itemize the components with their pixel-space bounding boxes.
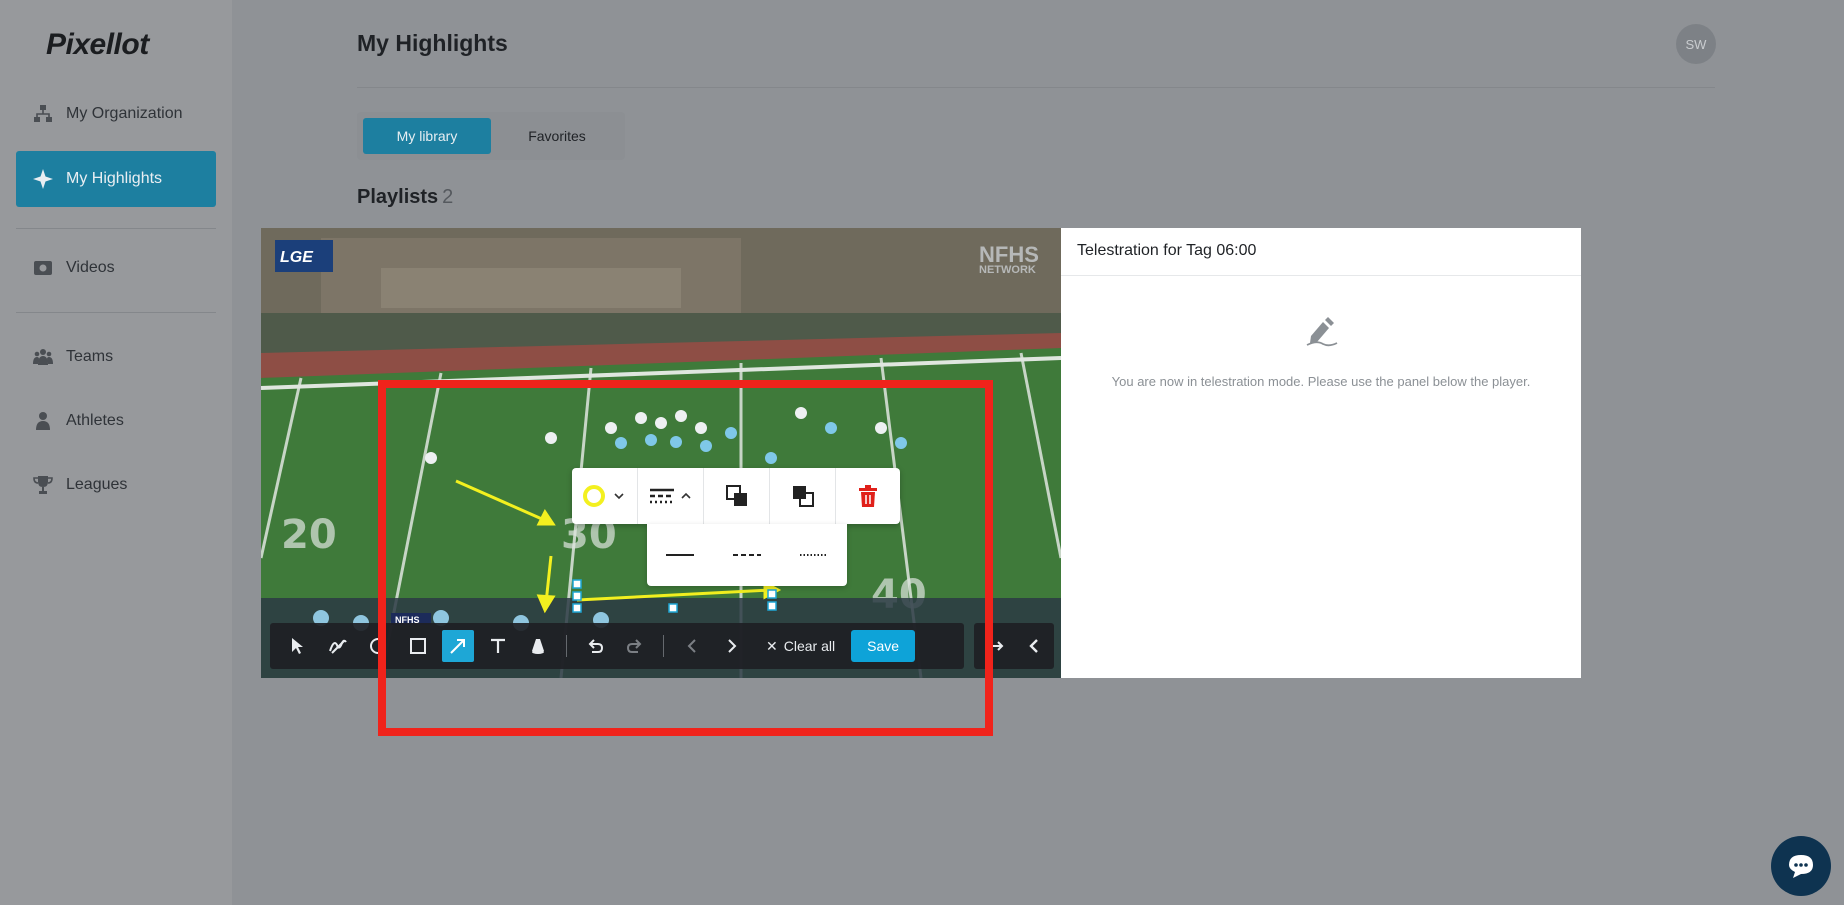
- sidebar: Pixellot My Organization My Highlights V…: [0, 0, 232, 905]
- telestration-toolbar: ✕ Clear all Save: [270, 623, 964, 669]
- pen-sign-icon: [1303, 316, 1339, 353]
- color-picker[interactable]: [572, 468, 638, 524]
- text-tool-button[interactable]: [482, 630, 514, 662]
- sidebar-item-athletes[interactable]: Athletes: [16, 393, 216, 449]
- line-style-solid[interactable]: [660, 543, 700, 567]
- chevron-right-icon: [728, 639, 737, 653]
- sidebar-item-label: Teams: [66, 348, 114, 365]
- telestration-title: Telestration for Tag 06:00: [1077, 242, 1257, 259]
- text-icon: [491, 638, 505, 653]
- clear-all-button[interactable]: ✕ Clear all: [766, 638, 835, 655]
- sidebar-item-label: My Organization: [66, 105, 183, 122]
- color-swatch-icon: [582, 485, 605, 507]
- exit-telestration-button[interactable]: [978, 630, 1010, 662]
- library-tabs: My library Favorites: [357, 112, 625, 160]
- sidebar-item-my-highlights[interactable]: My Highlights: [16, 151, 216, 207]
- sparkle-icon: [32, 168, 54, 190]
- previous-shape-button[interactable]: [676, 630, 708, 662]
- chevron-up-icon: [680, 492, 691, 499]
- close-icon: ✕: [766, 637, 778, 654]
- send-to-back-button[interactable]: [770, 468, 836, 524]
- redo-icon: [626, 639, 642, 653]
- sidebar-item-teams[interactable]: Teams: [16, 329, 216, 385]
- freehand-tool-button[interactable]: [322, 630, 354, 662]
- video-frame: 20 30 40 LGE NFHS NETWORK NFHS: [261, 228, 1061, 678]
- sidebar-item-label: Leagues: [66, 476, 128, 493]
- cursor-icon: [292, 638, 303, 654]
- chevron-left-icon: [687, 639, 696, 653]
- shape-properties-toolbar: [572, 468, 900, 524]
- toolbar-divider: [566, 635, 567, 657]
- svg-text:20: 20: [281, 512, 337, 558]
- rectangle-icon: [410, 638, 426, 654]
- lge-logo: LGE: [280, 249, 314, 266]
- undo-button[interactable]: [579, 630, 611, 662]
- undo-icon: [588, 639, 604, 653]
- bring-to-front-icon: [725, 485, 747, 506]
- tab-my-library[interactable]: My library: [363, 118, 491, 154]
- chevron-down-icon: [613, 493, 624, 500]
- select-tool-button[interactable]: [282, 630, 314, 662]
- rectangle-tool-button[interactable]: [402, 630, 434, 662]
- sidebar-item-label: Athletes: [66, 412, 124, 429]
- video-player[interactable]: 20 30 40 LGE NFHS NETWORK NFHS: [261, 228, 1061, 678]
- chevron-left-icon: [1029, 639, 1038, 653]
- line-style-picker[interactable]: [638, 468, 704, 524]
- app-logo[interactable]: Pixellot: [46, 28, 149, 62]
- page-title: My Highlights: [357, 30, 508, 56]
- next-shape-button[interactable]: [716, 630, 748, 662]
- playlists-heading: Playlists 2: [357, 186, 453, 209]
- sidebar-item-label: Videos: [66, 259, 115, 276]
- arrow-tool-button[interactable]: [442, 630, 474, 662]
- playlists-count: 2: [442, 186, 454, 208]
- teams-icon: [32, 346, 54, 368]
- send-to-back-icon: [792, 486, 814, 507]
- chat-bubble-icon: [1789, 855, 1813, 878]
- player-side-controls: [974, 623, 1054, 669]
- telestration-panel: Telestration for Tag 06:00 You are now i…: [1061, 228, 1581, 678]
- trophy-icon: [32, 474, 54, 496]
- circle-tool-button[interactable]: [362, 630, 394, 662]
- line-style-icon: [649, 488, 674, 504]
- redo-button[interactable]: [619, 630, 651, 662]
- tab-favorites[interactable]: Favorites: [497, 118, 617, 154]
- arrow-icon: [450, 639, 465, 654]
- user-avatar[interactable]: SW: [1676, 24, 1716, 64]
- circle-icon: [370, 638, 386, 654]
- panel-divider: [1061, 275, 1581, 276]
- sidebar-divider: [16, 228, 216, 229]
- chat-widget-button[interactable]: [1771, 836, 1831, 896]
- trash-icon: [859, 485, 877, 507]
- line-style-menu: [647, 524, 847, 586]
- line-style-dotted[interactable]: [794, 543, 834, 567]
- save-button[interactable]: Save: [851, 630, 916, 662]
- playlists-label: Playlists: [357, 186, 439, 208]
- collapse-toolbar-button[interactable]: [1018, 630, 1050, 662]
- org-chart-icon: [32, 103, 54, 125]
- sidebar-item-videos[interactable]: Videos: [16, 240, 216, 296]
- sidebar-divider: [16, 312, 216, 313]
- sidebar-item-leagues[interactable]: Leagues: [16, 457, 216, 513]
- clear-all-label: Clear all: [783, 638, 836, 654]
- sidebar-item-label: My Highlights: [66, 170, 163, 187]
- athlete-icon: [32, 410, 54, 432]
- toolbar-divider: [663, 635, 664, 657]
- telestration-message: You are now in telestration mode. Please…: [1111, 374, 1531, 389]
- line-style-dashed[interactable]: [727, 543, 767, 567]
- spotlight-tool-button[interactable]: [522, 630, 554, 662]
- freehand-icon: [329, 639, 347, 654]
- video-icon: [32, 257, 54, 279]
- header-divider: [357, 87, 1715, 88]
- sidebar-item-my-organization[interactable]: My Organization: [16, 86, 216, 142]
- spotlight-icon: [532, 639, 544, 654]
- nfhs-network-label: NETWORK: [979, 264, 1036, 276]
- delete-shape-button[interactable]: [836, 468, 900, 524]
- exit-icon: [985, 638, 1004, 654]
- bring-to-front-button[interactable]: [704, 468, 770, 524]
